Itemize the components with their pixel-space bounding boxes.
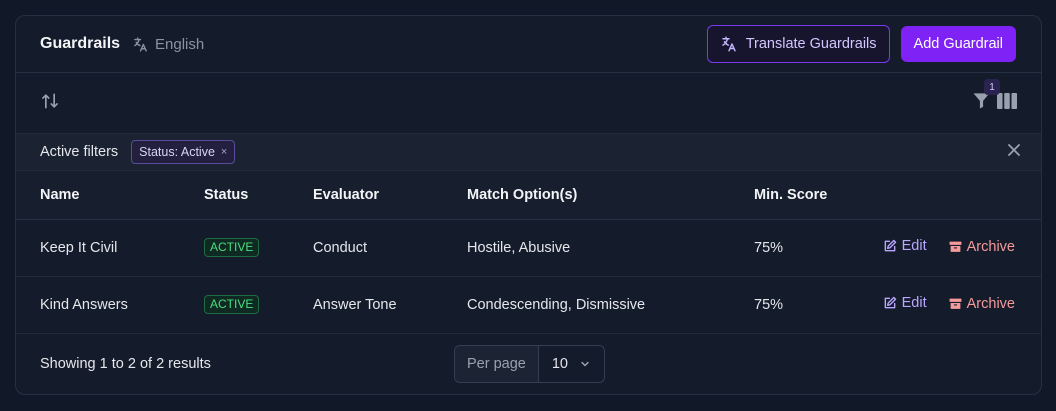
edit-icon [884, 296, 896, 309]
edit-button[interactable]: Edit [883, 295, 927, 311]
archive-icon [949, 298, 962, 309]
cell-min-score: 75% [754, 239, 784, 256]
status-badge: ACTIVE [204, 238, 260, 257]
chevron-down-icon [581, 361, 589, 366]
column-header-status[interactable]: Status [204, 171, 313, 219]
edit-label: Edit [901, 238, 927, 254]
add-guardrail-button[interactable]: Add Guardrail [900, 26, 1016, 62]
column-header-min-score[interactable]: Min. Score [754, 171, 864, 219]
header-actions: Translate Guardrails Add Guardrail [706, 25, 1016, 63]
per-page-label: Per page [455, 345, 539, 382]
page-title: Guardrails [40, 35, 121, 52]
columns-button[interactable] [997, 92, 1017, 115]
per-page-select[interactable]: 10 [538, 345, 604, 382]
cell-evaluator: Conduct [313, 239, 368, 256]
toolbar-right: 1 [972, 79, 1017, 115]
translate-icon [721, 36, 736, 52]
column-header-match-options[interactable]: Match Option(s) [467, 171, 754, 219]
edit-label: Edit [901, 295, 927, 311]
filter-button[interactable]: 1 [972, 79, 1000, 115]
filter-count-badge: 1 [984, 79, 1000, 95]
archive-icon [949, 241, 962, 252]
edit-icon [884, 239, 896, 252]
edit-button[interactable]: Edit [883, 238, 927, 254]
language-label: English [155, 35, 205, 53]
panel-header: Guardrails English Translate Guardrails … [16, 16, 1041, 73]
sort-button[interactable] [40, 91, 60, 116]
clear-filters-button[interactable] [1007, 143, 1021, 162]
archive-button[interactable]: Archive [949, 239, 1015, 255]
table-header-row: Name Status Evaluator Match Option(s) Mi… [16, 171, 1041, 219]
translate-icon [134, 36, 147, 52]
cell-match-options: Hostile, Abusive [467, 239, 571, 256]
filter-chip-label: Status: Active [139, 145, 215, 159]
table-row[interactable]: Keep It Civil ACTIVE Conduct Hostile, Ab… [16, 219, 1041, 276]
per-page-control: Per page 10 [454, 344, 605, 383]
guardrails-table: Name Status Evaluator Match Option(s) Mi… [16, 171, 1041, 334]
cell-match-options: Condescending, Dismissive [467, 296, 646, 313]
cell-name: Keep It Civil [40, 239, 118, 256]
filter-chip-status[interactable]: Status: Active × [131, 140, 236, 164]
translate-guardrails-button[interactable]: Translate Guardrails [706, 25, 890, 63]
archive-label: Archive [966, 295, 1015, 312]
translate-button-label: Translate Guardrails [745, 36, 877, 52]
results-summary: Showing 1 to 2 of 2 results [40, 356, 211, 372]
active-filters-bar: Active filters Status: Active × [16, 133, 1041, 171]
cell-evaluator: Answer Tone [313, 296, 397, 313]
active-filters-label: Active filters [40, 144, 119, 160]
table-row[interactable]: Kind Answers ACTIVE Answer Tone Condesce… [16, 276, 1041, 333]
column-header-evaluator[interactable]: Evaluator [313, 171, 467, 219]
cell-actions: Edit Archive [864, 219, 1041, 276]
cell-min-score: 75% [754, 296, 784, 313]
language-indicator[interactable]: English [132, 36, 204, 53]
status-badge: ACTIVE [204, 295, 260, 314]
column-header-name[interactable]: Name [16, 171, 204, 219]
columns-icon [997, 92, 1017, 109]
cell-actions: Edit Archive [864, 276, 1041, 333]
table-footer: Showing 1 to 2 of 2 results Per page 10 [16, 334, 1041, 395]
archive-button[interactable]: Archive [949, 296, 1015, 312]
cell-status: ACTIVE [204, 276, 313, 333]
chip-remove-icon[interactable]: × [221, 146, 227, 158]
guardrails-panel: Guardrails English Translate Guardrails … [15, 15, 1042, 395]
per-page-value: 10 [551, 355, 568, 372]
close-icon [1008, 143, 1020, 156]
cell-name: Kind Answers [40, 296, 128, 313]
cell-status: ACTIVE [204, 219, 313, 276]
toolbar: 1 [16, 73, 1041, 133]
column-header-actions [864, 171, 1041, 219]
archive-label: Archive [966, 238, 1015, 255]
sort-icon [42, 93, 58, 108]
